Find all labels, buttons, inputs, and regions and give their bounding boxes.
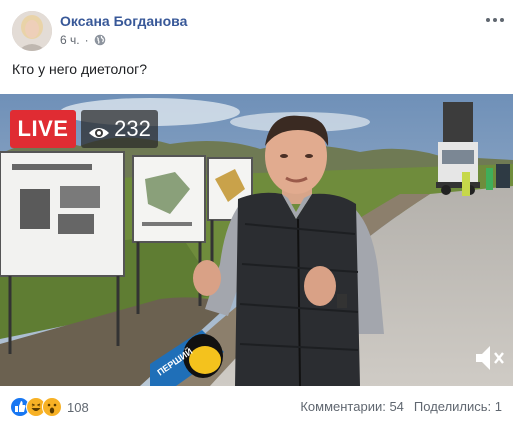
more-options-button[interactable] (484, 12, 506, 28)
comments-count-link[interactable]: Комментарии: 54 (300, 399, 404, 414)
live-badge: LIVE (10, 110, 76, 148)
more-options-icon (486, 18, 490, 22)
author-name-link[interactable]: Оксана Богданова (60, 13, 187, 29)
viewer-count-badge: 232 (81, 110, 158, 148)
shares-count-link[interactable]: Поделились: 1 (414, 399, 502, 414)
wow-icon (42, 397, 62, 417)
speaker-muted-icon (476, 346, 504, 370)
post-footer: 108 Комментарии: 54 Поделились: 1 (0, 386, 513, 428)
post-header: Оксана Богданова 6 ч. · (0, 0, 513, 60)
eye-icon (88, 121, 110, 138)
engagement-stats: Комментарии: 54 Поделились: 1 (300, 399, 502, 414)
reaction-count: 108 (67, 399, 89, 415)
post-meta: 6 ч. · (60, 33, 106, 47)
viewer-count: 232 (114, 116, 151, 141)
post-text: Кто у него диетолог? (12, 61, 148, 77)
mute-toggle-button[interactable] (470, 338, 510, 378)
globe-icon[interactable] (94, 34, 106, 46)
reactions-summary[interactable]: 108 (10, 397, 89, 417)
post-timestamp[interactable]: 6 ч. (60, 33, 80, 47)
meta-separator: · (84, 33, 89, 47)
live-video-player[interactable]: ПЕРШИЙ LIVE 232 (0, 94, 513, 386)
author-avatar[interactable] (12, 11, 52, 51)
video-frame: ПЕРШИЙ (0, 94, 513, 386)
